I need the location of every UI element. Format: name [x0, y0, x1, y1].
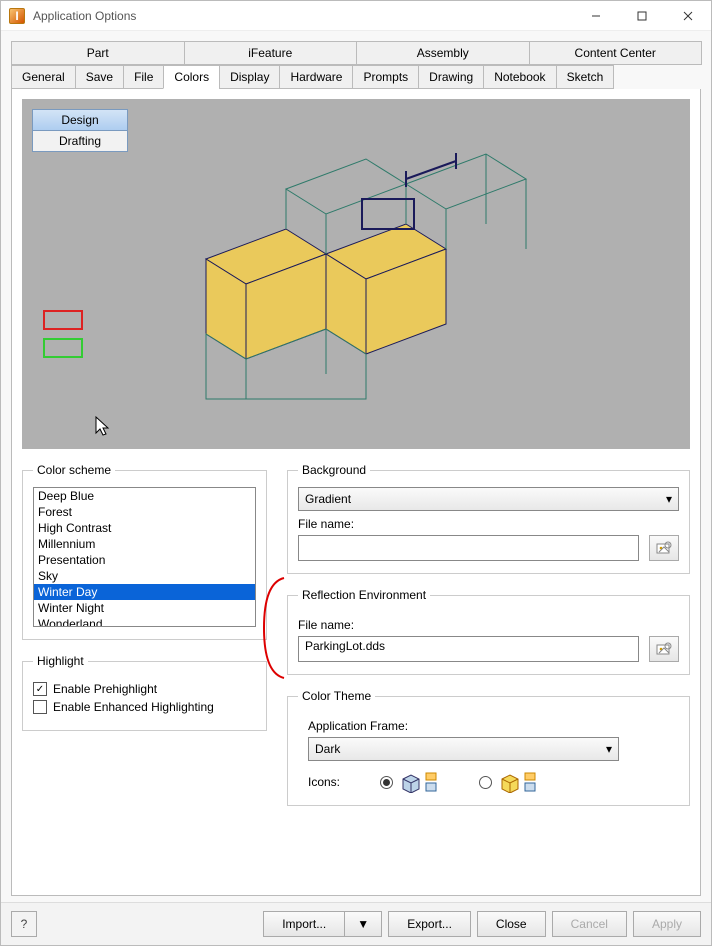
category-tab-ifeature[interactable]: iFeature [184, 41, 358, 65]
page-tab-colors[interactable]: Colors [163, 65, 220, 89]
highlight-legend: Highlight [33, 654, 88, 668]
icon-set-light-radio[interactable] [380, 776, 393, 789]
reflection-environment-group: Reflection Environment File name: Parkin… [287, 588, 690, 675]
background-group: Background Gradient ▾ File name: [287, 463, 690, 574]
application-frame-label: Application Frame: [308, 719, 679, 733]
background-file-label: File name: [298, 517, 679, 531]
enable-enhanced-highlighting-checkbox[interactable] [33, 700, 47, 714]
color-preview-area: DesignDrafting [22, 99, 690, 449]
reflection-browse-button[interactable] [649, 636, 679, 662]
icon-set-light-preview [399, 771, 439, 793]
page-tab-notebook[interactable]: Notebook [483, 65, 556, 89]
category-tab-part[interactable]: Part [11, 41, 185, 65]
color-scheme-legend: Color scheme [33, 463, 115, 477]
page-tab-display[interactable]: Display [219, 65, 280, 89]
color-scheme-item[interactable]: Deep Blue [34, 488, 255, 504]
color-scheme-item[interactable]: Forest [34, 504, 255, 520]
color-theme-group: Color Theme Application Frame: Dark ▾ Ic… [287, 689, 690, 806]
cursor-icon [96, 417, 108, 435]
preview-mode-design-button[interactable]: Design [32, 109, 128, 131]
reflection-file-input[interactable]: ParkingLot.dds [298, 636, 639, 662]
background-type-dropdown[interactable]: Gradient ▾ [298, 487, 679, 511]
color-theme-legend: Color Theme [298, 689, 375, 703]
enable-prehighlight-label: Enable Prehighlight [53, 682, 157, 696]
category-tab-content-center[interactable]: Content Center [529, 41, 703, 65]
close-window-button[interactable] [665, 1, 711, 31]
page-tab-general[interactable]: General [11, 65, 76, 89]
color-scheme-item[interactable]: Presentation [34, 552, 255, 568]
open-image-icon [656, 642, 672, 656]
preview-mode-drafting-button[interactable]: Drafting [32, 130, 128, 152]
dialog-button-bar: ? Import... ▼ Export... Close Cancel App… [1, 902, 711, 945]
color-scheme-listbox[interactable]: Deep BlueForestHigh ContrastMillenniumPr… [33, 487, 256, 627]
icon-set-dark-radio[interactable] [479, 776, 492, 789]
page-tab-prompts[interactable]: Prompts [352, 65, 419, 89]
category-tab-assembly[interactable]: Assembly [356, 41, 530, 65]
close-button[interactable]: Close [477, 911, 546, 937]
export-button[interactable]: Export... [388, 911, 471, 937]
cancel-button[interactable]: Cancel [552, 911, 627, 937]
enable-enhanced-highlighting-label: Enable Enhanced Highlighting [53, 700, 214, 714]
page-tab-hardware[interactable]: Hardware [279, 65, 353, 89]
color-scheme-item[interactable]: Winter Day [34, 584, 255, 600]
category-tab-row: PartiFeatureAssemblyContent Center [11, 41, 701, 65]
page-tab-sketch[interactable]: Sketch [556, 65, 615, 89]
app-icon: I [9, 8, 25, 24]
application-options-window: I Application Options PartiFeatureAssemb… [0, 0, 712, 946]
application-frame-dropdown[interactable]: Dark ▾ [308, 737, 619, 761]
page-tab-file[interactable]: File [123, 65, 164, 89]
green-swatch-icon [44, 339, 82, 357]
annotation-red-bracket [259, 573, 289, 683]
page-tab-row: GeneralSaveFileColorsDisplayHardwareProm… [11, 65, 701, 89]
background-file-input[interactable] [298, 535, 639, 561]
import-button[interactable]: Import... [263, 911, 345, 937]
color-scheme-group: Color scheme Deep BlueForestHigh Contras… [22, 463, 267, 640]
apply-button[interactable]: Apply [633, 911, 701, 937]
color-scheme-item[interactable]: Wonderland [34, 616, 255, 627]
import-dropdown-button[interactable]: ▼ [345, 911, 382, 937]
icon-set-dark-preview [498, 771, 538, 793]
icons-label: Icons: [308, 775, 340, 789]
help-button[interactable]: ? [11, 911, 37, 937]
red-swatch-icon [44, 311, 82, 329]
background-legend: Background [298, 463, 370, 477]
color-scheme-item[interactable]: High Contrast [34, 520, 255, 536]
titlebar: I Application Options [1, 1, 711, 31]
minimize-button[interactable] [573, 1, 619, 31]
background-browse-button[interactable] [649, 535, 679, 561]
highlight-group: Highlight ✓ Enable Prehighlight Enable E… [22, 654, 267, 731]
colors-panel: DesignDrafting [11, 89, 701, 896]
maximize-button[interactable] [619, 1, 665, 31]
window-title: Application Options [33, 9, 136, 23]
color-scheme-item[interactable]: Sky [34, 568, 255, 584]
reflection-legend: Reflection Environment [298, 588, 430, 602]
chevron-down-icon: ▾ [666, 492, 672, 506]
page-tab-drawing[interactable]: Drawing [418, 65, 484, 89]
color-scheme-item[interactable]: Winter Night [34, 600, 255, 616]
enable-prehighlight-checkbox[interactable]: ✓ [33, 682, 47, 696]
color-scheme-item[interactable]: Millennium [34, 536, 255, 552]
chevron-down-icon: ▾ [606, 742, 612, 756]
reflection-file-label: File name: [298, 618, 679, 632]
page-tab-save[interactable]: Save [75, 65, 124, 89]
open-image-icon [656, 541, 672, 555]
